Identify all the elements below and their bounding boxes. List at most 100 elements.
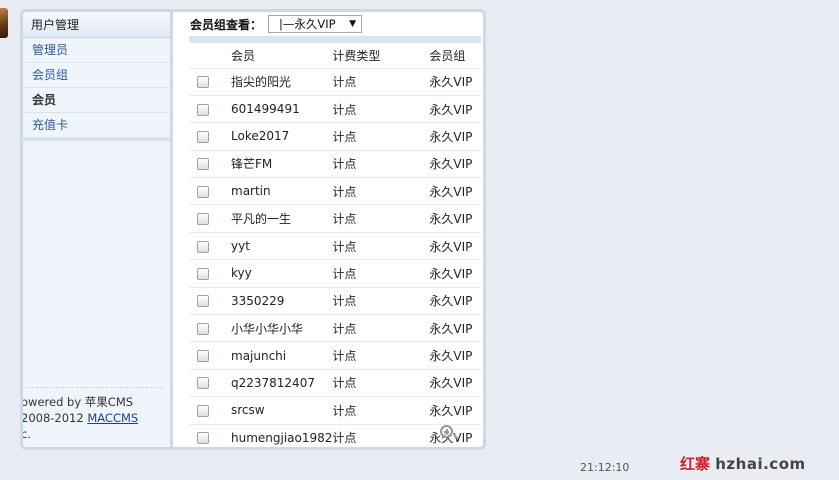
table-row: 平凡的一生 计点 永久VIP <box>189 204 481 233</box>
sidebar-menu: 管理员 会员组 会员 充值卡 <box>23 38 170 138</box>
member-name: 平凡的一生 <box>225 204 333 233</box>
table-row: 小华小华小华 计点 永久VIP <box>189 314 481 343</box>
row-checkbox-cell <box>189 150 225 179</box>
member-group: 永久VIP <box>429 314 481 343</box>
member-name: kyy <box>225 259 333 288</box>
sidebar-item-0[interactable]: 管理员 <box>23 38 170 63</box>
row-checkbox-cell <box>189 341 225 370</box>
member-table: 会员 计费类型 会员组 指尖的阳光 计点 永久VIP 601499491 计点 永久VIP… <box>189 36 481 447</box>
member-name: Loke2017 <box>225 122 333 151</box>
row-checkbox[interactable] <box>197 130 209 143</box>
billing-type: 计点 <box>332 68 430 96</box>
row-checkbox[interactable] <box>197 158 209 171</box>
member-name: majunchi <box>225 341 333 370</box>
filter-label: 会员组查看： <box>190 17 263 32</box>
avatar[interactable] <box>0 8 8 38</box>
app-window: 用户管理 管理员 会员组 会员 充值卡 owered by 苹果CMS 2008-20… <box>20 9 486 450</box>
footer-line-2: 2008-2012 MACCMS <box>21 410 163 426</box>
header-member: 会员 <box>225 43 333 69</box>
row-checkbox[interactable] <box>197 322 209 335</box>
member-group: 永久VIP <box>429 204 481 233</box>
filter-bar: 会员组查看： |—永久VIP ▼ <box>190 14 363 34</box>
row-checkbox[interactable] <box>197 350 209 363</box>
sidebar-item-1[interactable]: 会员组 <box>23 63 170 88</box>
member-name: martin <box>225 177 333 206</box>
member-group: 永久VIP <box>429 396 481 425</box>
row-checkbox[interactable] <box>197 267 209 280</box>
row-checkbox[interactable] <box>197 404 209 417</box>
member-name: humengjiao1982 <box>225 424 333 447</box>
member-name: 锋芒FM <box>225 150 333 179</box>
member-group: 永久VIP <box>429 287 481 316</box>
member-group-select-value: |—永久VIP <box>279 17 336 31</box>
member-group: 永久VIP <box>429 232 481 261</box>
row-checkbox-cell <box>189 177 225 206</box>
footer-copyright: 2008-2012 <box>21 411 88 425</box>
sidebar-header: 用户管理 <box>23 12 170 38</box>
row-checkbox-cell <box>189 95 225 124</box>
row-checkbox-cell <box>189 369 225 398</box>
billing-type: 计点 <box>332 122 430 151</box>
row-checkbox-cell <box>189 259 225 288</box>
watermark-cn: 红寨 <box>680 455 711 473</box>
billing-type: 计点 <box>332 287 430 316</box>
row-checkbox-cell <box>189 396 225 425</box>
member-name: 指尖的阳光 <box>225 68 333 96</box>
table-row: yyt 计点 永久VIP <box>189 232 481 261</box>
sidebar-item-3[interactable]: 充值卡 <box>23 113 170 138</box>
table-row: 锋芒FM 计点 永久VIP <box>189 150 481 179</box>
sidebar-item-2[interactable]: 会员 <box>23 88 170 113</box>
member-name: yyt <box>225 232 333 261</box>
table-top-bar <box>189 36 481 43</box>
member-name: 3350229 <box>225 287 333 316</box>
billing-type: 计点 <box>332 150 430 179</box>
sidebar: 用户管理 管理员 会员组 会员 充值卡 owered by 苹果CMS 2008-20… <box>23 12 173 447</box>
billing-type: 计点 <box>332 341 430 370</box>
row-checkbox-cell <box>189 287 225 316</box>
maccms-link[interactable]: MACCMS <box>87 411 138 425</box>
member-name: 601499491 <box>225 95 333 124</box>
table-row: humengjiao1982 计点 永久VIP <box>189 424 481 447</box>
row-checkbox-cell <box>189 424 225 447</box>
table-row: 601499491 计点 永久VIP <box>189 95 481 124</box>
table-header-row: 会员 计费类型 会员组 <box>189 43 481 69</box>
row-checkbox[interactable] <box>197 185 209 198</box>
main-content: 会员组查看： |—永久VIP ▼ 会员 计费类型 会员组 指尖的阳光 计点 永久VI… <box>176 12 483 447</box>
row-checkbox-cell <box>189 204 225 233</box>
row-checkbox[interactable] <box>197 432 209 445</box>
member-group: 永久VIP <box>429 150 481 179</box>
billing-type: 计点 <box>332 424 430 447</box>
table-row: srcsw 计点 永久VIP <box>189 396 481 425</box>
row-checkbox[interactable] <box>197 295 209 308</box>
row-checkbox-cell <box>189 122 225 151</box>
table-row: Loke2017 计点 永久VIP <box>189 122 481 151</box>
table-row: kyy 计点 永久VIP <box>189 259 481 288</box>
billing-type: 计点 <box>332 369 430 398</box>
row-checkbox[interactable] <box>197 76 209 89</box>
member-group: 永久VIP <box>429 122 481 151</box>
watermark: 红寨 hzhai.com <box>680 453 806 474</box>
member-name: 小华小华小华 <box>225 314 333 343</box>
billing-type: 计点 <box>332 396 430 425</box>
member-group: 永久VIP <box>429 341 481 370</box>
row-checkbox[interactable] <box>197 103 209 116</box>
row-checkbox[interactable] <box>197 240 209 253</box>
billing-type: 计点 <box>332 95 430 124</box>
row-checkbox-cell <box>189 232 225 261</box>
table-row: martin 计点 永久VIP <box>189 177 481 206</box>
billing-type: 计点 <box>332 177 430 206</box>
billing-type: 计点 <box>332 232 430 261</box>
table-row: 指尖的阳光 计点 永久VIP <box>189 68 481 96</box>
header-checkbox-cell <box>189 43 225 69</box>
billing-type: 计点 <box>332 204 430 233</box>
status-time: 21:12:10 <box>580 461 630 474</box>
member-group: 永久VIP <box>429 95 481 124</box>
row-checkbox[interactable] <box>197 377 209 390</box>
billing-type: 计点 <box>332 314 430 343</box>
header-billing-type: 计费类型 <box>332 43 430 69</box>
row-checkbox[interactable] <box>197 213 209 226</box>
zoom-in-icon[interactable] <box>440 425 453 438</box>
member-group-select[interactable]: |—永久VIP ▼ <box>268 15 363 33</box>
row-checkbox-cell <box>189 68 225 96</box>
billing-type: 计点 <box>332 259 430 288</box>
